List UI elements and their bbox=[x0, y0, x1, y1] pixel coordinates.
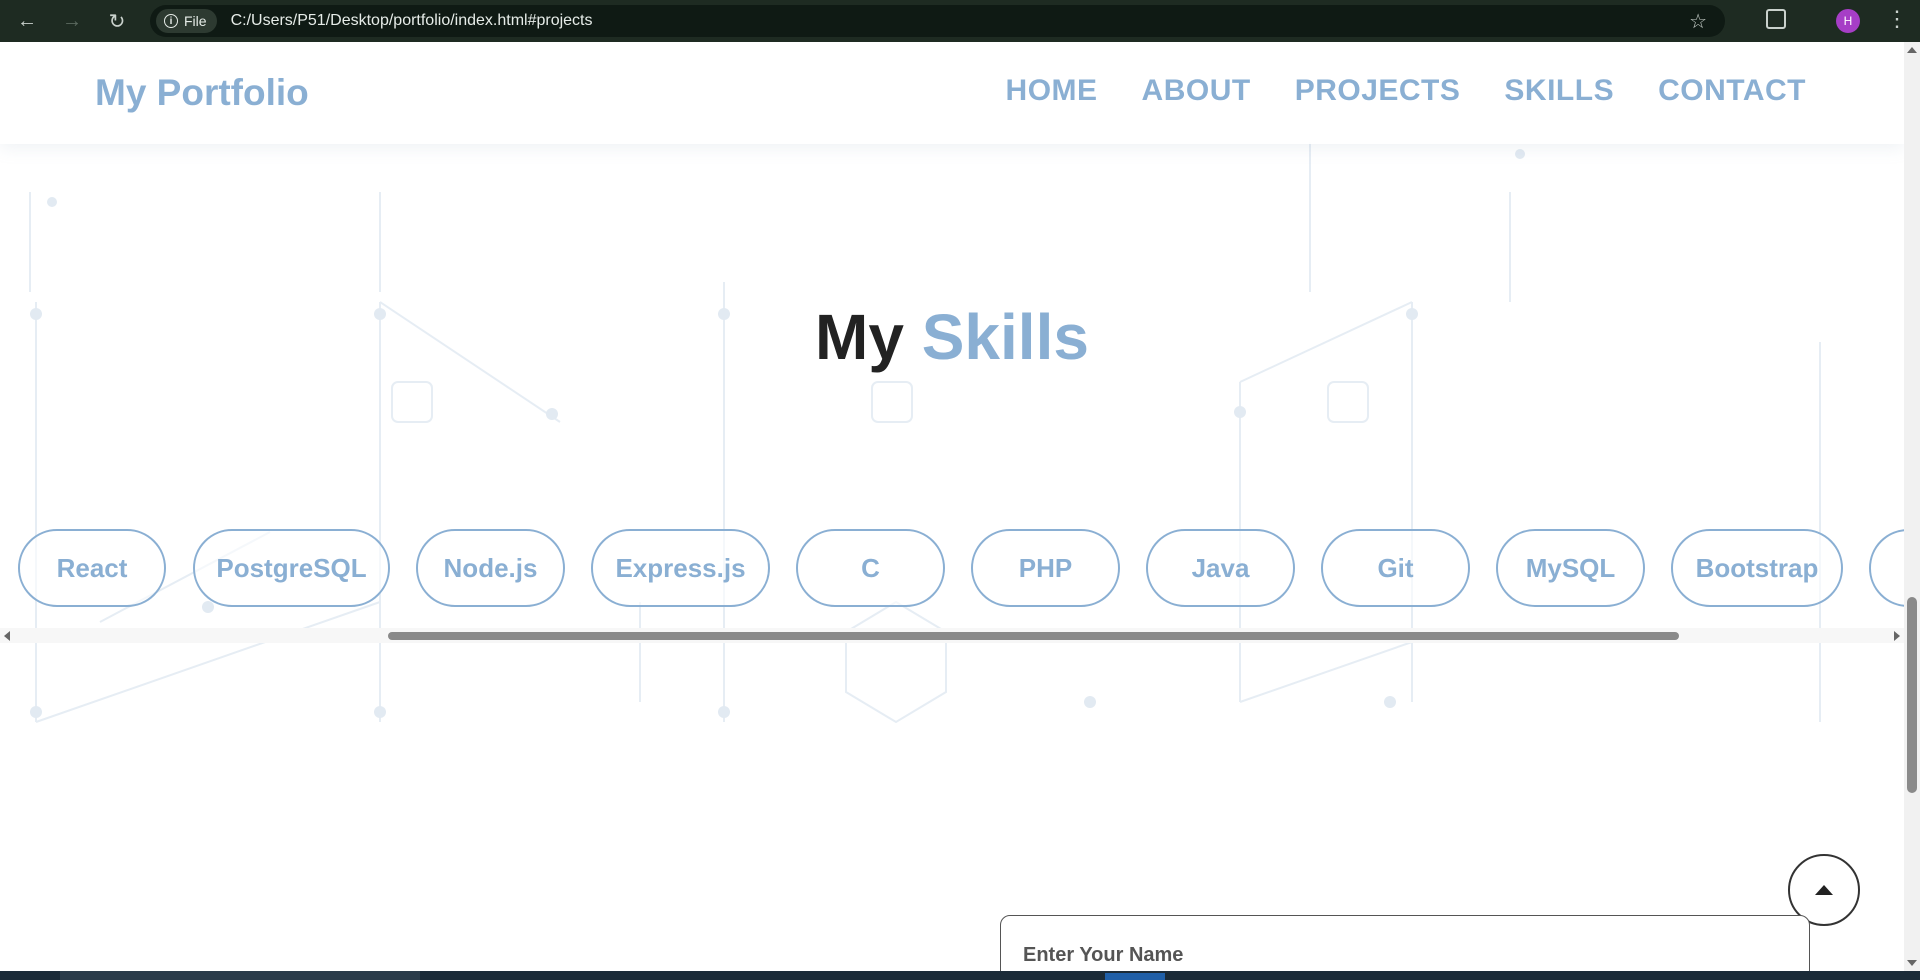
skill-pill-php[interactable]: PHP bbox=[971, 529, 1120, 607]
extensions-icon[interactable] bbox=[1766, 9, 1786, 29]
horizontal-scroll-thumb[interactable] bbox=[388, 632, 1679, 640]
site-info-label: File bbox=[184, 13, 207, 29]
skills-horizontal-scrollbar[interactable] bbox=[0, 628, 1904, 643]
skills-carousel[interactable]: React PostgreSQL Node.js Express.js C PH… bbox=[0, 486, 1904, 628]
forward-icon[interactable]: → bbox=[59, 8, 85, 34]
contact-name-input[interactable] bbox=[1000, 915, 1810, 971]
bookmark-star-icon[interactable]: ☆ bbox=[1689, 9, 1707, 34]
skill-pill-postgresql[interactable]: PostgreSQL bbox=[193, 529, 390, 607]
site-logo[interactable]: My Portfolio bbox=[95, 72, 309, 114]
skills-heading: My Skills bbox=[0, 300, 1904, 374]
address-bar[interactable]: i File C:/Users/P51/Desktop/portfolio/in… bbox=[150, 5, 1725, 37]
skill-pill-java[interactable]: Java bbox=[1146, 529, 1295, 607]
site-header: My Portfolio HOME ABOUT PROJECTS SKILLS … bbox=[0, 42, 1904, 144]
skills-heading-plain: My bbox=[815, 301, 904, 373]
reload-icon[interactable]: ↻ bbox=[104, 8, 130, 34]
skill-pill-mysql[interactable]: MySQL bbox=[1496, 529, 1645, 607]
nav-contact[interactable]: CONTACT bbox=[1658, 74, 1806, 108]
nav-home[interactable]: HOME bbox=[1006, 74, 1098, 108]
page-vertical-scrollbar[interactable] bbox=[1904, 42, 1920, 971]
back-icon[interactable]: ← bbox=[14, 8, 40, 34]
skill-pill-bootstrap[interactable]: Bootstrap bbox=[1671, 529, 1843, 607]
skill-pill-expressjs[interactable]: Express.js bbox=[591, 529, 770, 607]
browser-menu-icon[interactable]: ⋮ bbox=[1886, 6, 1908, 32]
main-nav: HOME ABOUT PROJECTS SKILLS CONTACT bbox=[1006, 74, 1806, 108]
nav-projects[interactable]: PROJECTS bbox=[1295, 74, 1461, 108]
os-taskbar bbox=[0, 971, 1920, 980]
skill-pill-partial[interactable] bbox=[1869, 529, 1904, 607]
scroll-up-arrow-icon[interactable] bbox=[1907, 47, 1917, 53]
skills-heading-accent: Skills bbox=[921, 301, 1089, 373]
page-viewport: My Portfolio HOME ABOUT PROJECTS SKILLS … bbox=[0, 42, 1904, 971]
scroll-right-arrow-icon[interactable] bbox=[1894, 631, 1900, 641]
scroll-down-arrow-icon[interactable] bbox=[1907, 960, 1917, 966]
scroll-left-arrow-icon[interactable] bbox=[4, 631, 10, 641]
skill-pill-git[interactable]: Git bbox=[1321, 529, 1470, 607]
skill-pill-c[interactable]: C bbox=[796, 529, 945, 607]
site-info-chip[interactable]: i File bbox=[156, 9, 217, 33]
info-icon: i bbox=[164, 14, 178, 28]
skill-pill-nodejs[interactable]: Node.js bbox=[416, 529, 565, 607]
nav-about[interactable]: ABOUT bbox=[1142, 74, 1251, 108]
skill-pill-react[interactable]: React bbox=[18, 529, 166, 607]
browser-toolbar: ← → ↻ i File C:/Users/P51/Desktop/portfo… bbox=[0, 0, 1920, 42]
url-text[interactable]: C:/Users/P51/Desktop/portfolio/index.htm… bbox=[231, 12, 593, 30]
vertical-scroll-thumb[interactable] bbox=[1907, 597, 1917, 793]
nav-skills[interactable]: SKILLS bbox=[1504, 74, 1614, 108]
profile-avatar[interactable]: H bbox=[1836, 9, 1860, 33]
caret-up-icon bbox=[1815, 885, 1833, 895]
taskbar-item-active[interactable] bbox=[1105, 973, 1165, 980]
taskbar-item[interactable] bbox=[60, 971, 420, 980]
